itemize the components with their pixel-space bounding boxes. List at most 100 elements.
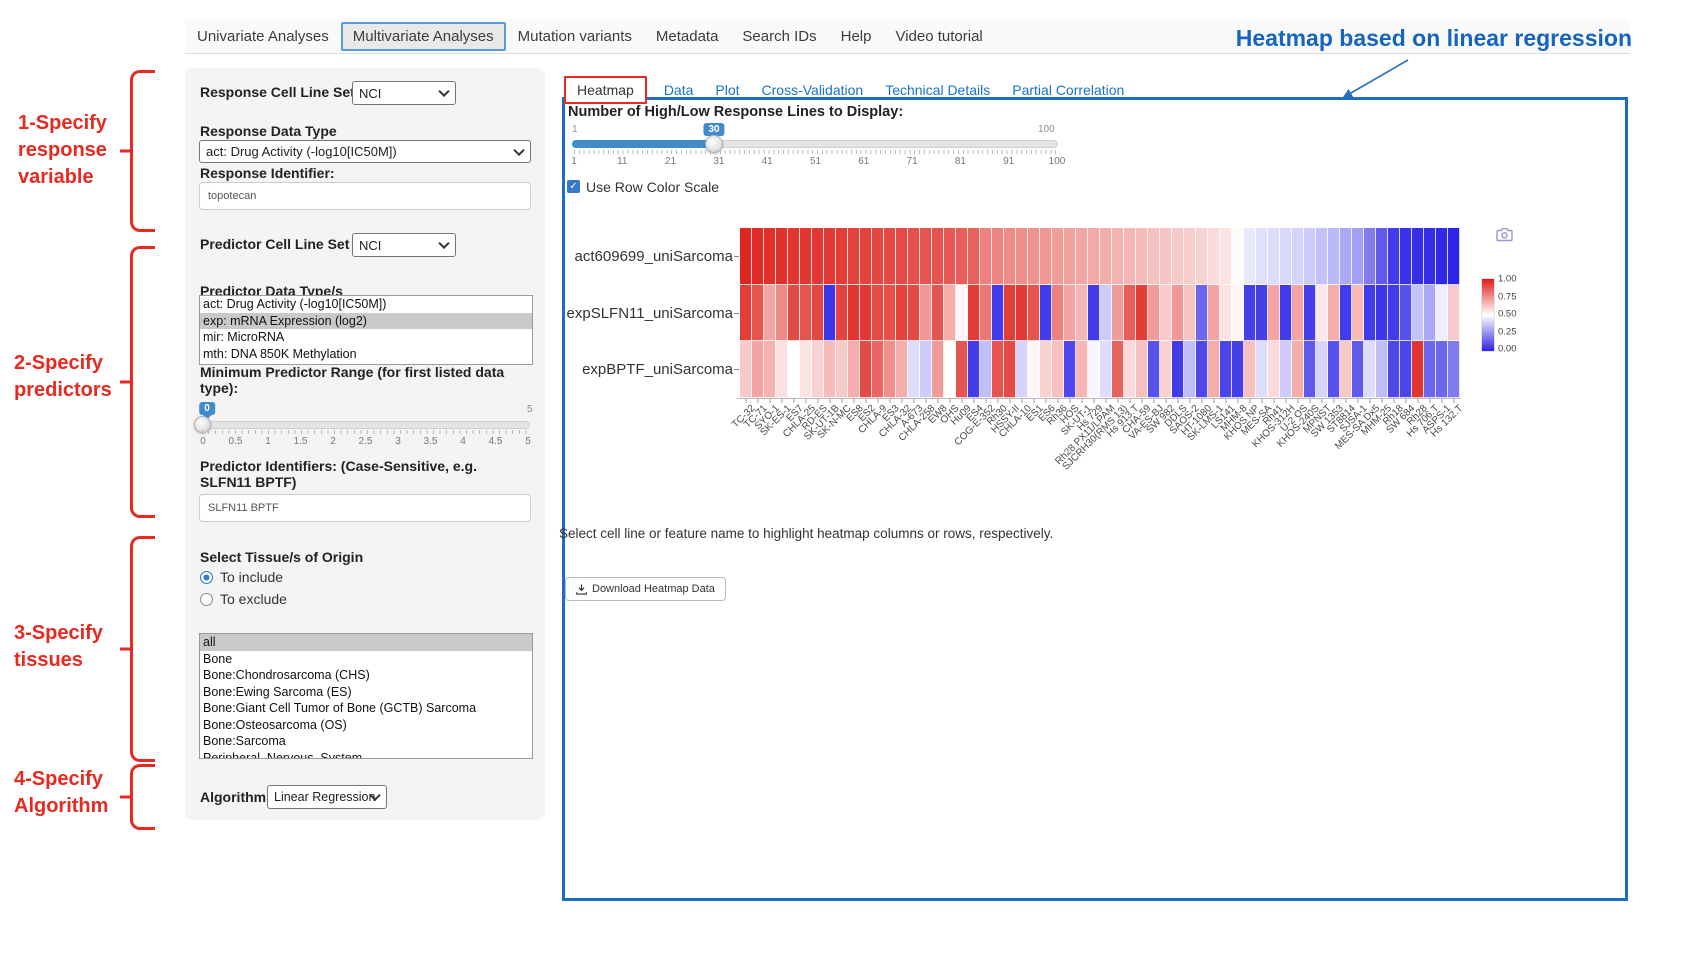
- heatmap-column-RD-ES[interactable]: [812, 228, 824, 398]
- heatmap-column-MHM-8[interactable]: [1232, 228, 1244, 398]
- heatmap-cell[interactable]: [1376, 228, 1388, 285]
- heatmap-cell[interactable]: [788, 341, 800, 398]
- heatmap-cell[interactable]: [1232, 285, 1244, 342]
- heatmap-column-CHLA-10[interactable]: [1016, 228, 1028, 398]
- heatmap-cell[interactable]: [1244, 285, 1256, 342]
- heatmap-cell[interactable]: [1292, 341, 1304, 398]
- heatmap-column-HSSY-II[interactable]: [1004, 228, 1016, 398]
- heatmap-cell[interactable]: [1220, 228, 1232, 285]
- heatmap-cell[interactable]: [1004, 228, 1016, 285]
- response-data-type-select[interactable]: act: Drug Activity (-log10[IC50M]): [199, 140, 531, 163]
- heatmap-cell[interactable]: [1112, 341, 1124, 398]
- tissue-option[interactable]: Bone:Sarcoma: [200, 733, 532, 750]
- heatmap-cell[interactable]: [1076, 228, 1088, 285]
- heatmap-cell[interactable]: [920, 285, 932, 342]
- heatmap-column-ES1[interactable]: [1028, 228, 1040, 398]
- heatmap-cell[interactable]: [764, 228, 776, 285]
- heatmap-column-Hs 706.T[interactable]: [1424, 228, 1436, 398]
- heatmap-column-CHLA-9[interactable]: [872, 228, 884, 398]
- heatmap-column-COG-E-352[interactable]: [980, 228, 992, 398]
- predictor-type-option[interactable]: exp: mRNA Expression (log2): [200, 313, 532, 330]
- heatmap-column-DDLS[interactable]: [1172, 228, 1184, 398]
- heatmap-cell[interactable]: [992, 285, 1004, 342]
- heatmap-cell[interactable]: [1196, 228, 1208, 285]
- heatmap-row-label[interactable]: act609699_uniSarcoma: [575, 248, 733, 265]
- heatmap-column-TC-71[interactable]: [752, 228, 764, 398]
- heatmap-cell[interactable]: [896, 341, 908, 398]
- heatmap-cell[interactable]: [788, 285, 800, 342]
- heatmap-cell[interactable]: [1160, 285, 1172, 342]
- heatmap-cell[interactable]: [860, 228, 872, 285]
- heatmap-cell[interactable]: [1052, 228, 1064, 285]
- heatmap-cell[interactable]: [1040, 285, 1052, 342]
- heatmap-cell[interactable]: [992, 228, 1004, 285]
- heatmap-cell[interactable]: [908, 228, 920, 285]
- heatmap-column-SAOS-2[interactable]: [1184, 228, 1196, 398]
- heatmap-cell[interactable]: [1328, 341, 1340, 398]
- heatmap-column-HT-1080[interactable]: [1196, 228, 1208, 398]
- heatmap-cell[interactable]: [872, 341, 884, 398]
- heatmap-cell[interactable]: [1364, 285, 1376, 342]
- heatmap-cell[interactable]: [1232, 228, 1244, 285]
- heatmap-cell[interactable]: [944, 228, 956, 285]
- predictor-identifiers-input[interactable]: [199, 494, 531, 522]
- heatmap-cell[interactable]: [836, 285, 848, 342]
- heatmap-column-ES2[interactable]: [860, 228, 872, 398]
- heatmap-cell[interactable]: [1280, 285, 1292, 342]
- tissue-option[interactable]: Bone: [200, 651, 532, 668]
- heatmap-cell[interactable]: [1076, 285, 1088, 342]
- heatmap-cell[interactable]: [1184, 228, 1196, 285]
- heatmap-column-MPNST[interactable]: [1316, 228, 1328, 398]
- heatmap-column-SW 982[interactable]: [1160, 228, 1172, 398]
- predictor-type-option[interactable]: act: Drug Activity (-log10[IC50M]): [200, 296, 532, 313]
- heatmap-column-Rh28 PX11/LPAM[interactable]: [1100, 228, 1112, 398]
- heatmap-column-OHS[interactable]: [944, 228, 956, 398]
- heatmap-column-Hs 913.T[interactable]: [1124, 228, 1136, 398]
- heatmap-column-SK-N-MC[interactable]: [836, 228, 848, 398]
- heatmap-cell[interactable]: [1004, 285, 1016, 342]
- heatmap-cell[interactable]: [752, 341, 764, 398]
- heatmap-cell[interactable]: [968, 285, 980, 342]
- heatmap-column-SK-LMS-1[interactable]: [1208, 228, 1220, 398]
- tissue-option[interactable]: Bone:Ewing Sarcoma (ES): [200, 684, 532, 701]
- heatmap-cell[interactable]: [1088, 285, 1100, 342]
- heatmap-cell[interactable]: [1340, 341, 1352, 398]
- heatmap-cell[interactable]: [1388, 285, 1400, 342]
- tissue-option[interactable]: Bone:Chondrosarcoma (CHS): [200, 667, 532, 684]
- tissue-radio-exclude[interactable]: [200, 593, 213, 606]
- heatmap-cell[interactable]: [1136, 285, 1148, 342]
- heatmap-cell[interactable]: [1436, 228, 1448, 285]
- min-range-slider-track[interactable]: [200, 421, 530, 429]
- heatmap-row-label[interactable]: expSLFN11_uniSarcoma: [567, 305, 733, 322]
- tab-technical-details[interactable]: Technical Details: [874, 78, 1001, 102]
- heatmap-cell[interactable]: [1160, 228, 1172, 285]
- heatmap-cell[interactable]: [776, 285, 788, 342]
- nav-item-metadata[interactable]: Metadata: [644, 22, 731, 51]
- heatmap-cell[interactable]: [1208, 228, 1220, 285]
- tab-plot[interactable]: Plot: [704, 78, 750, 102]
- predictor-type-option[interactable]: mir: MicroRNA: [200, 329, 532, 346]
- heatmap-cell[interactable]: [896, 285, 908, 342]
- tab-partial-correlation[interactable]: Partial Correlation: [1001, 78, 1135, 102]
- heatmap-column-CHLA-258[interactable]: [920, 228, 932, 398]
- heatmap-cell[interactable]: [764, 285, 776, 342]
- heatmap-cell[interactable]: [800, 228, 812, 285]
- heatmap-cell[interactable]: [1100, 341, 1112, 398]
- heatmap-column-CHLA-32[interactable]: [896, 228, 908, 398]
- heatmap-cell[interactable]: [1292, 285, 1304, 342]
- algorithm-select[interactable]: Linear Regression: [267, 785, 387, 809]
- heatmap-cell[interactable]: [884, 228, 896, 285]
- camera-icon[interactable]: [1496, 227, 1513, 242]
- heatmap-cell[interactable]: [944, 285, 956, 342]
- heatmap-cell[interactable]: [764, 341, 776, 398]
- heatmap-cell[interactable]: [1400, 341, 1412, 398]
- heatmap-cell[interactable]: [1016, 228, 1028, 285]
- heatmap-cell[interactable]: [740, 341, 752, 398]
- heatmap-cell[interactable]: [1148, 285, 1160, 342]
- heatmap-cell[interactable]: [920, 228, 932, 285]
- heatmap-cell[interactable]: [1376, 341, 1388, 398]
- heatmap-cell[interactable]: [980, 228, 992, 285]
- heatmap-cell[interactable]: [1412, 341, 1424, 398]
- heatmap-cell[interactable]: [872, 228, 884, 285]
- heatmap-cell[interactable]: [968, 341, 980, 398]
